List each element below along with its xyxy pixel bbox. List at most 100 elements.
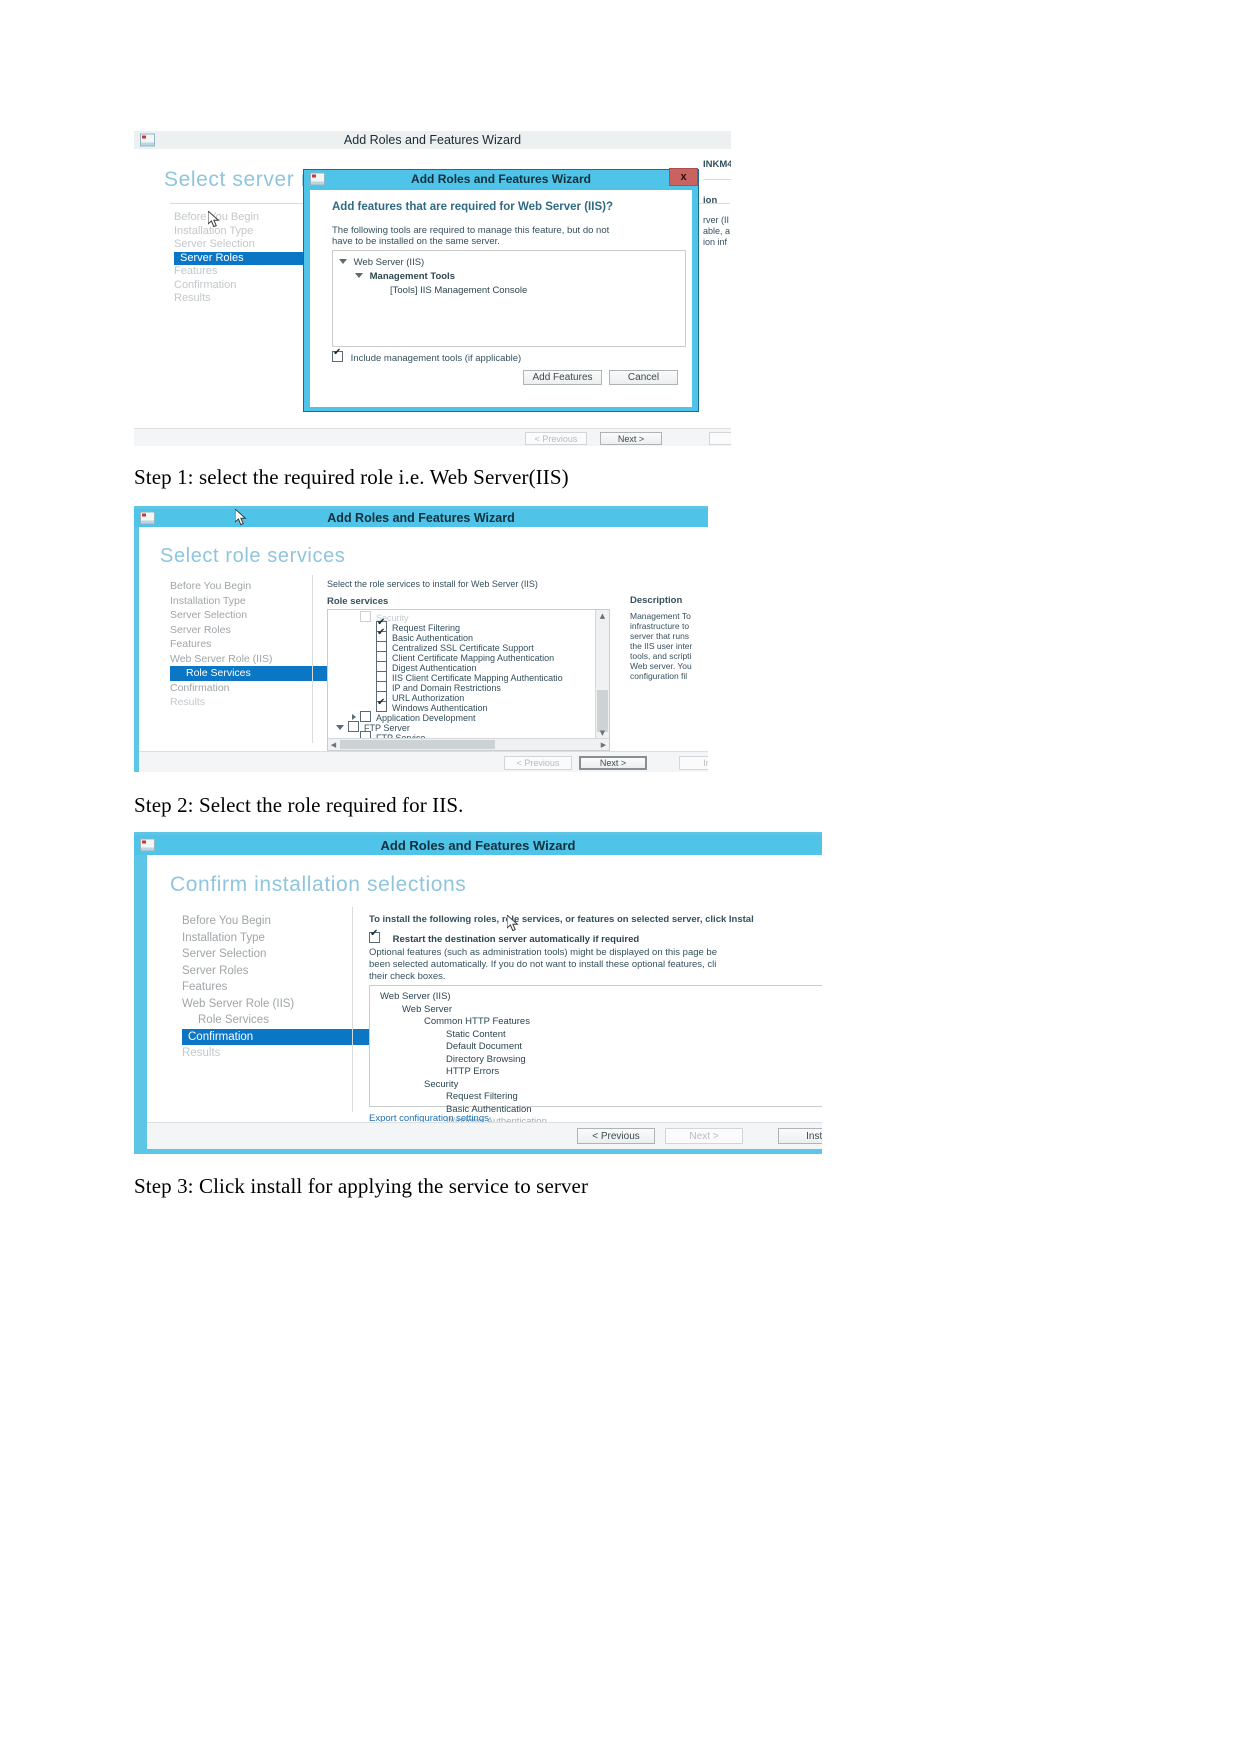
tree-label: Directory Browsing <box>446 1053 526 1065</box>
figure-3-screenshot: Add Roles and Features Wizard Confirm in… <box>134 832 822 1154</box>
expander-open-icon[interactable] <box>339 259 347 264</box>
sidebar-item-role-services[interactable]: Role Services <box>170 666 345 681</box>
fig3-nav-list[interactable]: Before You Begin Installation Type Serve… <box>182 913 372 1062</box>
fig2-previous-button[interactable]: < Previous <box>504 756 572 770</box>
tree-row: Web Server (IIS) <box>380 991 547 1004</box>
list-item[interactable]: FTP Service <box>360 731 425 738</box>
fig2-footer-bar: < Previous Next > Insta <box>139 751 708 772</box>
cancel-button[interactable]: Cancel <box>609 370 678 385</box>
fig2-title-bar: Add Roles and Features Wizard <box>134 509 708 527</box>
scroll-up-icon[interactable]: ▲ <box>596 610 609 621</box>
sidebar-item-server-roles[interactable]: Server Roles <box>182 963 372 980</box>
add-features-button[interactable]: Add Features <box>523 370 602 385</box>
fig3-body: Confirm installation selections Before Y… <box>147 855 822 1136</box>
fig1-install-button[interactable]: In <box>709 432 731 445</box>
fig3-footer-bar: < Previous Next > Insta <box>147 1122 822 1149</box>
checkbox-icon[interactable] <box>369 929 380 943</box>
sidebar-item-before-you-begin[interactable]: Before You Begin <box>170 579 345 594</box>
fig2-next-button[interactable]: Next > <box>579 756 647 770</box>
fig3-optional-line-2: been selected automatically. If you do n… <box>369 959 717 970</box>
fig1-dialog-line-1: The following tools are required to mana… <box>332 225 610 236</box>
fig2-desc-line-4: the IIS user inter <box>630 641 693 651</box>
tree-label: [Tools] IIS Management Console <box>390 285 528 296</box>
scroll-right-icon[interactable]: ▶ <box>598 739 609 750</box>
fig3-title-text: Add Roles and Features Wizard <box>380 837 576 853</box>
fig2-horizontal-scrollbar[interactable]: ◀ ▶ <box>328 738 609 750</box>
sidebar-item-before-you-begin[interactable]: Before You Begin <box>182 913 372 930</box>
sidebar-item-features[interactable]: Features <box>170 637 345 652</box>
fig1-previous-button[interactable]: < Previous <box>525 432 587 445</box>
sidebar-item-confirmation[interactable]: Confirmation <box>182 1028 372 1045</box>
fig3-intro-text: To install the following roles, role ser… <box>369 914 754 925</box>
expander-open-icon[interactable] <box>336 725 344 730</box>
checkbox-icon[interactable] <box>348 721 359 732</box>
checkbox-icon[interactable] <box>332 348 343 362</box>
fig1-right-line-2: able, a <box>703 226 731 236</box>
fig2-install-button[interactable]: Insta <box>679 756 708 770</box>
sidebar-item-installation-type[interactable]: Installation Type <box>170 594 345 609</box>
tree-label: Request Filtering <box>446 1091 518 1102</box>
fig1-include-tools-checkbox[interactable]: Include management tools (if applicable) <box>332 348 521 364</box>
fig2-role-services-listbox[interactable]: Security Request Filtering Basic Authent… <box>327 609 610 751</box>
scroll-left-icon[interactable]: ◀ <box>328 739 339 750</box>
fig1-next-button[interactable]: Next > <box>600 432 662 445</box>
tree-row: Request Filtering <box>446 1091 547 1104</box>
fig2-page-heading: Select role services <box>160 545 346 567</box>
sidebar-item-server-selection[interactable]: Server Selection <box>170 608 345 623</box>
fig2-title-text: Add Roles and Features Wizard <box>327 511 515 525</box>
dialog-window-icon <box>310 172 325 185</box>
sidebar-item-results[interactable]: Results <box>170 695 345 710</box>
fig2-body: Select role services Before You Begin In… <box>139 509 708 751</box>
fig2-desc-line-5: tools, and scripti <box>630 651 692 661</box>
fig2-nav-list[interactable]: Before You Begin Installation Type Serve… <box>170 579 345 710</box>
scroll-down-icon[interactable]: ▼ <box>596 727 609 738</box>
fig1-right-line-1: rver (II <box>703 215 729 225</box>
fig3-next-button[interactable]: Next > <box>665 1128 743 1144</box>
tree-label: HTTP Errors <box>446 1066 500 1077</box>
document-page: Add Roles and Features Wizard Select ser… <box>0 0 1241 1754</box>
fig2-description-label: Description <box>630 595 683 606</box>
fig3-page-heading: Confirm installation selections <box>170 873 467 896</box>
sidebar-item-confirmation[interactable]: Confirmation <box>170 681 345 696</box>
fig3-optional-line-3: their check boxes. <box>369 971 446 982</box>
fig1-right-line-3: ion inf <box>703 237 728 247</box>
tree-label: Security <box>424 1078 459 1090</box>
tree-label: Static Content <box>446 1028 506 1040</box>
figure-1-screenshot: Add Roles and Features Wizard Select ser… <box>134 131 731 446</box>
close-icon[interactable]: x <box>669 168 698 186</box>
sidebar-item-server-roles[interactable]: Server Roles <box>170 623 345 638</box>
fig2-role-services-label: Role services <box>327 596 389 607</box>
fig2-vertical-scrollbar[interactable]: ▲ ▼ <box>595 610 609 738</box>
tree-label: Management Tools <box>369 271 455 282</box>
checkbox-icon[interactable] <box>360 611 371 622</box>
expander-open-icon[interactable] <box>355 273 363 278</box>
fig3-title-bar: Add Roles and Features Wizard <box>134 835 822 855</box>
checkbox-icon[interactable] <box>360 731 371 738</box>
sidebar-item-web-server-role[interactable]: Web Server Role (IIS) <box>182 996 372 1013</box>
fig1-right-title: ion <box>703 195 718 206</box>
sidebar-item-features[interactable]: Features <box>182 979 372 996</box>
fig3-restart-checkbox[interactable]: Restart the destination server automatic… <box>369 929 639 945</box>
tree-row-management-tools[interactable]: Management Tools <box>355 271 455 282</box>
sidebar-item-role-services[interactable]: Role Services <box>182 1012 372 1029</box>
sidebar-item-installation-type[interactable]: Installation Type <box>182 930 372 947</box>
fig1-outer-title-text: Add Roles and Features Wizard <box>343 133 522 147</box>
fig1-add-features-dialog: Add Roles and Features Wizard x Add feat… <box>303 168 699 412</box>
sidebar-item-server-selection[interactable]: Server Selection <box>182 946 372 963</box>
fig3-selections-box[interactable]: Web Server (IIS) Web Server Common HTTP … <box>369 985 822 1127</box>
fig3-previous-button[interactable]: < Previous <box>577 1128 655 1144</box>
wizard-window-icon <box>140 511 155 525</box>
sidebar-item-web-server-role[interactable]: Web Server Role (IIS) <box>170 652 345 667</box>
tree-row: Directory Browsing <box>446 1054 547 1067</box>
scrollbar-thumb[interactable] <box>597 690 608 732</box>
tree-row-iis-management-console[interactable]: [Tools] IIS Management Console <box>390 285 527 296</box>
scrollbar-thumb[interactable] <box>340 740 495 749</box>
caption-step-3: Step 3: Click install for applying the s… <box>134 1174 589 1198</box>
fig1-dialog-body: Add features that are required for Web S… <box>310 190 692 407</box>
tree-row-web-server-iis[interactable]: Web Server (IIS) <box>339 257 424 268</box>
tree-row: Common HTTP Features <box>424 1016 547 1029</box>
expander-closed-icon[interactable] <box>352 714 356 720</box>
sidebar-item-results[interactable]: Results <box>182 1045 372 1062</box>
fig1-dialog-feature-tree[interactable]: Web Server (IIS) Management Tools [Tools… <box>332 250 686 347</box>
fig3-install-button[interactable]: Insta <box>778 1128 822 1144</box>
